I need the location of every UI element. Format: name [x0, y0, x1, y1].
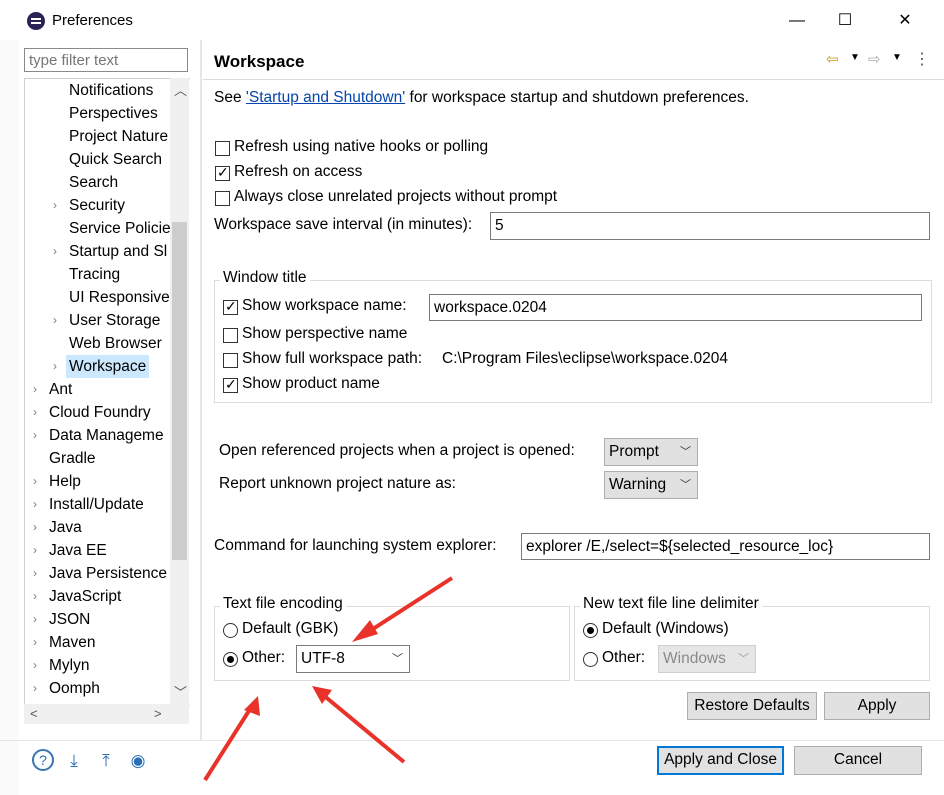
- arrow-to-encoding-select: [352, 576, 454, 642]
- arrow-up-left: [203, 696, 260, 782]
- arrow-up-right: [312, 686, 406, 764]
- annotation-arrows: [203, 576, 454, 782]
